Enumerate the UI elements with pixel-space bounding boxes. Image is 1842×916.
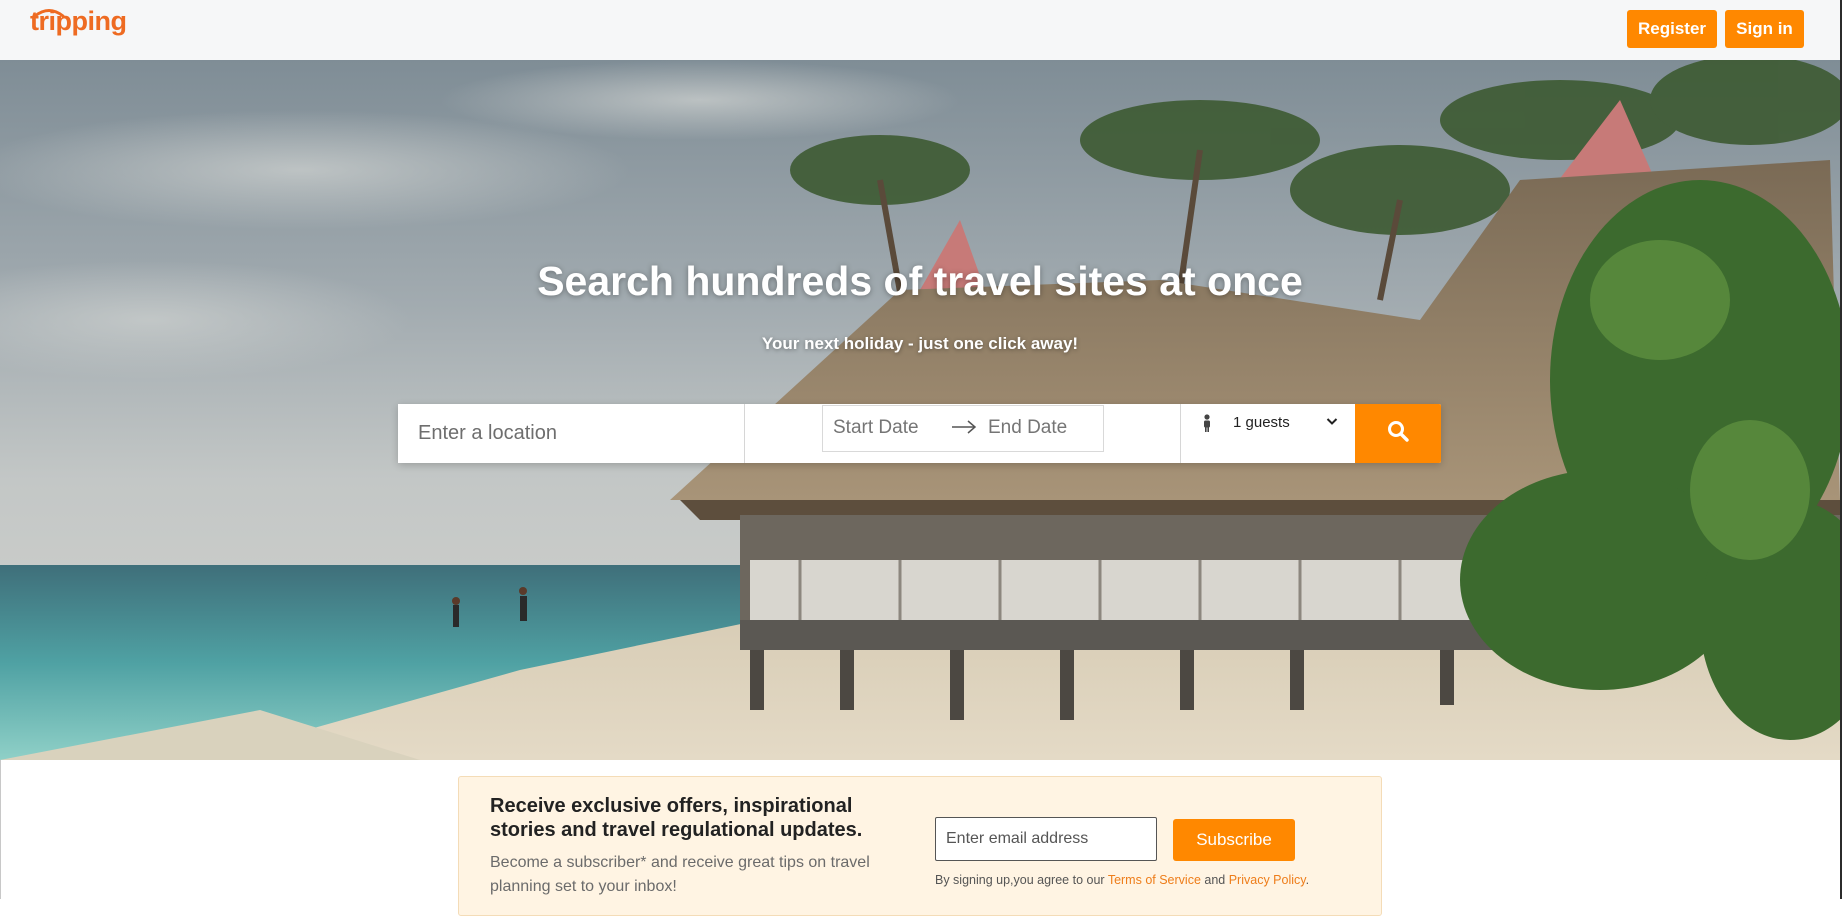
guests-value: 1 guests [1233,414,1290,431]
tripping-logo[interactable]: tripping [30,6,127,37]
legal-suffix: . [1305,873,1310,887]
arrow-right-icon [952,420,977,434]
search-icon [1388,421,1409,442]
register-button[interactable]: Register [1627,10,1717,48]
email-input[interactable] [935,817,1157,861]
hero-title: Search hundreds of travel sites at once [537,258,1303,304]
terms-of-service-link[interactable]: Terms of Service [1108,873,1201,887]
newsletter-text: Become a subscriber* and receive great t… [490,854,870,895]
chevron-down-icon [1326,418,1338,425]
start-date-field[interactable]: Start Date [833,417,919,439]
newsletter-legal-text: By signing up,you agree to our Terms of … [935,873,1309,887]
subscribe-button[interactable]: Subscribe [1173,819,1295,861]
legal-prefix: By signing up,you agree to our [935,873,1108,887]
newsletter-heading: Receive exclusive offers, inspirational … [490,795,863,841]
sign-in-button[interactable]: Sign in [1725,10,1804,48]
search-bar: Start Date End Date 1 guests [398,404,1441,463]
hero-section: Search hundreds of travel sites at once … [0,60,1840,760]
legal-and: and [1200,873,1229,887]
site-header: tripping Register Sign in [0,0,1840,61]
location-input[interactable] [398,404,745,463]
logo-arc-icon [33,9,65,17]
hero-subtitle: Your next holiday - just one click away! [761,334,1079,353]
search-button[interactable] [1355,404,1441,463]
guests-select[interactable]: 1 guests [1181,404,1355,463]
newsletter-box: Receive exclusive offers, inspirational … [458,776,1382,916]
date-range-picker[interactable]: Start Date End Date [822,405,1104,452]
privacy-policy-link[interactable]: Privacy Policy [1229,873,1306,887]
end-date-field[interactable]: End Date [988,417,1067,439]
person-icon [1204,414,1210,432]
